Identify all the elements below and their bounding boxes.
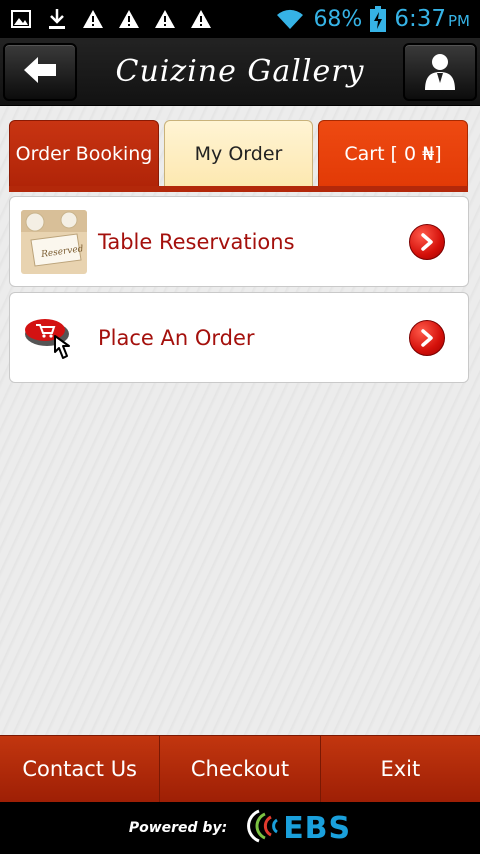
ebs-brand: EBS xyxy=(283,810,352,846)
main-content: Order Booking My Order Cart [ 0 ₦] Reser… xyxy=(0,106,480,735)
chevron-right-icon[interactable] xyxy=(409,319,445,356)
status-bar: 68% 6:37 PM xyxy=(0,0,480,38)
tab-underline xyxy=(9,186,468,192)
user-icon xyxy=(423,50,457,94)
app-title: Cuizine Gallery xyxy=(115,54,365,89)
back-button[interactable] xyxy=(3,43,77,101)
system-status: 68% 6:37 PM xyxy=(275,6,470,32)
clock-time: 6:37 xyxy=(394,6,446,32)
download-icon xyxy=(46,8,68,30)
notification-icons xyxy=(10,8,212,30)
wifi-icon xyxy=(275,8,305,30)
list-item-place-an-order[interactable]: Place An Order xyxy=(9,292,469,383)
battery-percent: 68% xyxy=(313,6,363,32)
powered-by-label: Powered by: xyxy=(128,820,228,836)
app-header: Cuizine Gallery xyxy=(0,38,480,106)
place-an-order-label: Place An Order xyxy=(98,325,255,350)
battery-icon xyxy=(370,6,387,32)
ebs-swoosh-icon xyxy=(237,809,279,847)
tab-cart[interactable]: Cart [ 0 ₦] xyxy=(318,120,468,188)
table-reservations-label: Table Reservations xyxy=(98,229,295,254)
checkout-button[interactable]: Checkout xyxy=(160,736,321,802)
footer: Powered by: EBS xyxy=(0,802,480,854)
warning-icon xyxy=(82,8,104,30)
list-item-table-reservations[interactable]: Reserved Table Reservations xyxy=(9,196,469,287)
back-arrow-icon xyxy=(22,55,58,89)
image-icon xyxy=(10,8,32,30)
bottom-nav: Contact Us Checkout Exit xyxy=(0,735,480,802)
chevron-right-icon[interactable] xyxy=(409,223,445,260)
profile-button[interactable] xyxy=(403,43,477,101)
reserved-table-icon: Reserved xyxy=(21,209,87,274)
clock: 6:37 PM xyxy=(394,6,470,32)
tab-my-order[interactable]: My Order xyxy=(164,120,313,188)
tab-order-booking[interactable]: Order Booking xyxy=(9,120,159,188)
contact-us-button[interactable]: Contact Us xyxy=(0,736,161,802)
exit-button[interactable]: Exit xyxy=(321,736,480,802)
warning-icon xyxy=(190,8,212,30)
warning-icon xyxy=(118,8,140,30)
warning-icon xyxy=(154,8,176,30)
ebs-logo: EBS xyxy=(237,809,351,847)
clock-ampm: PM xyxy=(448,12,470,30)
cart-click-icon xyxy=(21,305,87,370)
tab-bar: Order Booking My Order Cart [ 0 ₦] xyxy=(9,120,468,188)
